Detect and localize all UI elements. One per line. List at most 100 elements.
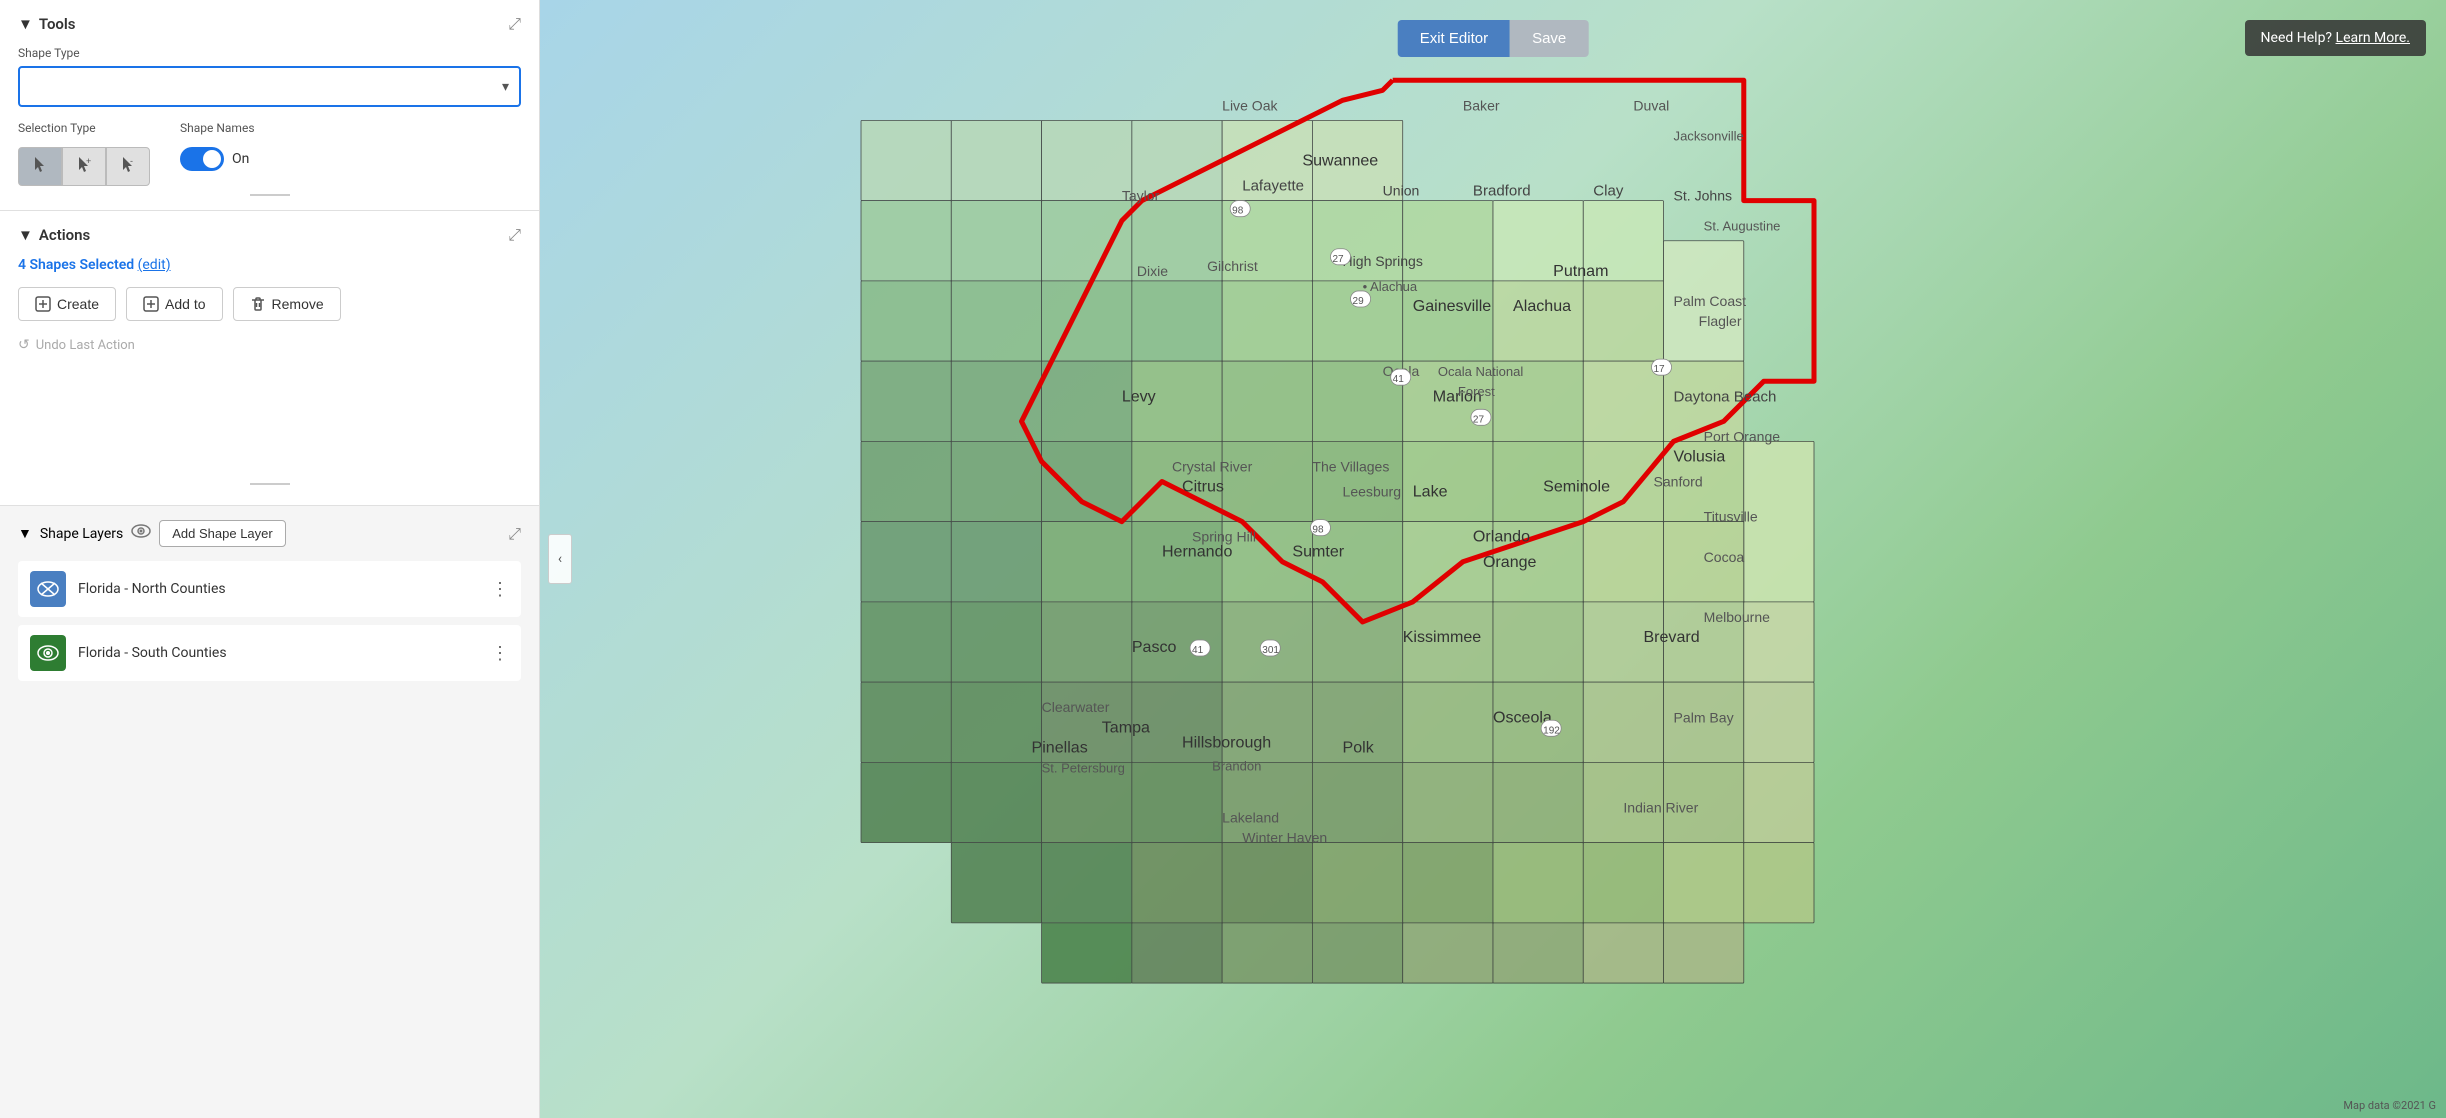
county-label-leesburg: Leesburg — [1343, 484, 1402, 500]
shape-type-dropdown-wrapper: Select an Option Rectangle Circle Polygo… — [18, 66, 521, 107]
actions-popout-icon[interactable]: ⤢ — [508, 225, 521, 245]
layer-item: Florida - South Counties ⋮ — [18, 625, 521, 681]
county-label-stpete: St. Petersburg — [1042, 760, 1125, 775]
county-label-palmba: Palm Bay — [1674, 709, 1734, 725]
layer-south-name: Florida - South Counties — [78, 645, 479, 661]
layers-popout-icon[interactable]: ⤢ — [508, 524, 521, 544]
undo-label: Undo Last Action — [36, 338, 135, 353]
layer-north-menu[interactable]: ⋮ — [491, 580, 509, 598]
county-label-lafayette: Lafayette — [1242, 178, 1304, 195]
county-label-stjohns: St. Johns — [1674, 188, 1733, 204]
remove-button-label: Remove — [272, 296, 324, 312]
county-label-baker: Baker — [1463, 97, 1500, 113]
layers-header: ▼ Shape Layers Add Shape Layer ⤢ — [18, 520, 521, 547]
learn-more-link[interactable]: Learn More. — [2336, 30, 2410, 46]
tools-section: ▼ Tools ⤢ Shape Type Select an Option Re… — [0, 0, 539, 211]
nav-arrow[interactable]: ‹ — [548, 534, 572, 584]
county-label-duval: Duval — [1633, 97, 1669, 113]
county-label-bradford: Bradford — [1473, 183, 1531, 200]
actions-section: ▼ Actions ⤢ 4 Shapes Selected (edit) Cre… — [0, 211, 539, 506]
county-label-lake: Lake — [1413, 483, 1448, 501]
county-label-flagler: Flagler — [1699, 313, 1742, 329]
layer-south-menu[interactable]: ⋮ — [491, 644, 509, 662]
undo-action[interactable]: ↺ Undo Last Action — [18, 333, 521, 357]
remove-icon — [250, 296, 266, 312]
county-label-staugustine: St. Augustine — [1704, 219, 1781, 234]
route-27: 27 — [1332, 254, 1344, 265]
county-label-jacksonville: Jacksonville — [1674, 128, 1744, 143]
route-98: 98 — [1232, 206, 1244, 217]
county-label-polk: Polk — [1343, 738, 1375, 756]
county-label-liveoakarea: Live Oak — [1222, 97, 1278, 113]
county-label-alachua: Gainesville — [1413, 297, 1492, 315]
map-area[interactable]: Exit Editor Save Need Help? Learn More. … — [540, 0, 2446, 1118]
layer-south-icon — [30, 635, 66, 671]
county-label-alachua-name: Alachua — [1513, 297, 1571, 315]
tools-title-text: Tools — [39, 15, 76, 33]
add-to-icon — [143, 296, 159, 312]
county-label-crystalriver: Crystal River — [1172, 458, 1253, 474]
shape-type-label: Shape Type — [18, 46, 521, 60]
save-button[interactable]: Save — [1510, 20, 1588, 57]
county-label-palmcoast: Palm Coast — [1674, 293, 1747, 309]
county-label-clay: Clay — [1593, 183, 1624, 200]
layers-collapse-icon[interactable]: ▼ — [18, 525, 32, 542]
route-192: 192 — [1543, 725, 1560, 736]
create-button[interactable]: Create — [18, 287, 116, 321]
route-17: 17 — [1653, 364, 1665, 375]
county-label-kissimmee: Kissimmee — [1403, 628, 1482, 646]
map-top-bar: Exit Editor Save — [1398, 20, 1589, 57]
county-label-winterhaven: Winter Haven — [1242, 830, 1327, 846]
county-label-pasco: Pasco — [1132, 638, 1177, 656]
add-shape-layer-button[interactable]: Add Shape Layer — [159, 520, 285, 547]
selection-btn-add[interactable]: + — [62, 147, 106, 186]
actions-divider — [250, 483, 290, 485]
shape-type-select[interactable]: Select an Option Rectangle Circle Polygo… — [18, 66, 521, 107]
edit-link[interactable]: (edit) — [138, 257, 171, 273]
county-label-lakeland: Lakeland — [1222, 810, 1279, 826]
tools-collapse-icon[interactable]: ▼ — [18, 15, 33, 33]
create-button-label: Create — [57, 296, 99, 312]
route-98-2: 98 — [1312, 525, 1324, 536]
layer-north-name: Florida - North Counties — [78, 581, 479, 597]
county-label-forest: Forest — [1458, 384, 1495, 399]
county-label-hernando: Hernando — [1162, 543, 1233, 561]
county-label-cocoa: Cocoa — [1704, 549, 1745, 565]
county-label-thevillages: The Villages — [1312, 458, 1389, 474]
tools-popout-icon[interactable]: ⤢ — [508, 14, 521, 34]
help-text: Need Help? — [2261, 30, 2333, 46]
actions-collapse-icon[interactable]: ▼ — [18, 226, 33, 244]
tools-title: ▼ Tools — [18, 15, 76, 33]
actions-header: ▼ Actions ⤢ — [18, 225, 521, 245]
help-box: Need Help? Learn More. — [2245, 20, 2426, 56]
county-label-volusia: Volusia — [1674, 447, 1726, 465]
county-label-taylor: Taylor — [1122, 188, 1160, 204]
county-label-tampa: Tampa — [1102, 718, 1150, 736]
county-label-ocalanf: Ocala National — [1438, 364, 1524, 379]
shape-names-group: Shape Names On — [180, 121, 255, 171]
exit-editor-button[interactable]: Exit Editor — [1398, 20, 1510, 57]
add-to-button[interactable]: Add to — [126, 287, 222, 321]
county-label-orange: Orlando — [1473, 528, 1530, 546]
selection-btn-single[interactable] — [18, 147, 62, 186]
toggle-row: On — [180, 147, 255, 171]
county-label-putnam: Putnam — [1553, 262, 1608, 280]
selection-btn-remove[interactable]: - — [106, 147, 150, 186]
shape-names-toggle[interactable] — [180, 147, 224, 171]
county-label-union: Union — [1383, 183, 1420, 199]
shapes-selected-count: 4 Shapes Selected — [18, 257, 134, 273]
county-label-gilchrist: Gilchrist — [1207, 258, 1258, 274]
layers-visibility-toggle[interactable] — [131, 524, 151, 543]
florida-map-svg: Suwannee Live Oak Baker Duval Jacksonvil… — [540, 0, 2446, 1103]
route-41-2: 41 — [1192, 645, 1204, 656]
county-label-citrus: Citrus — [1182, 478, 1224, 496]
county-label-daytona: Daytona Beach — [1674, 388, 1777, 405]
layer-north-icon — [30, 571, 66, 607]
tools-header: ▼ Tools ⤢ — [18, 14, 521, 34]
route-301: 301 — [1262, 645, 1279, 656]
layers-section: ▼ Shape Layers Add Shape Layer ⤢ — [0, 506, 539, 1118]
route-29: 29 — [1353, 296, 1365, 307]
county-label-alachua-sub: • Alachua — [1363, 279, 1418, 294]
remove-button[interactable]: Remove — [233, 287, 341, 321]
actions-title-text: Actions — [39, 226, 90, 244]
